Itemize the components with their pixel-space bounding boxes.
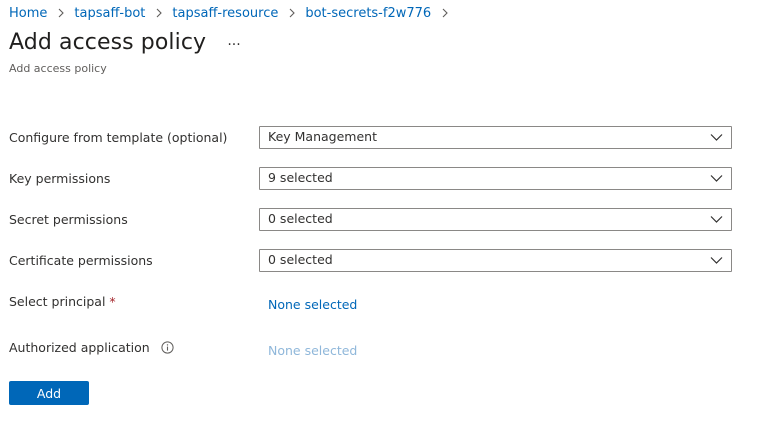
- chevron-down-icon: [710, 173, 723, 183]
- chevron-right-icon: [154, 4, 164, 22]
- page-subtitle: Add access policy: [9, 62, 107, 75]
- info-icon[interactable]: [161, 341, 174, 354]
- select-principal-label: Select principal *: [9, 294, 116, 309]
- breadcrumb: Home tapsaff-bot tapsaff-resource bot-se…: [9, 4, 458, 22]
- page-title: Add access policy: [9, 30, 207, 55]
- secret-permissions-dropdown[interactable]: 0 selected: [259, 208, 732, 231]
- authorized-application-link: None selected: [268, 343, 358, 358]
- certificate-permissions-label: Certificate permissions: [9, 253, 153, 268]
- chevron-right-icon: [440, 4, 450, 22]
- secret-permissions-label: Secret permissions: [9, 212, 128, 227]
- breadcrumb-resource-link[interactable]: tapsaff-resource: [172, 6, 278, 21]
- ellipsis-icon: ···: [227, 37, 241, 53]
- chevron-right-icon: [287, 4, 297, 22]
- chevron-down-icon: [710, 132, 723, 142]
- add-button[interactable]: Add: [9, 381, 89, 405]
- template-dropdown[interactable]: Key Management: [259, 126, 732, 149]
- template-label: Configure from template (optional): [9, 130, 228, 145]
- chevron-down-icon: [710, 214, 723, 224]
- chevron-right-icon: [56, 4, 66, 22]
- key-permissions-value: 9 selected: [268, 170, 333, 185]
- template-dropdown-value: Key Management: [268, 129, 377, 144]
- certificate-permissions-value: 0 selected: [268, 252, 333, 267]
- authorized-application-label-text: Authorized application: [9, 340, 150, 355]
- select-principal-label-text: Select principal: [9, 294, 106, 309]
- select-principal-link[interactable]: None selected: [268, 297, 357, 312]
- breadcrumb-keyvault-link[interactable]: bot-secrets-f2w776: [305, 6, 431, 21]
- more-options-button[interactable]: ···: [222, 34, 246, 56]
- certificate-permissions-dropdown[interactable]: 0 selected: [259, 249, 732, 272]
- chevron-down-icon: [710, 255, 723, 265]
- key-permissions-label: Key permissions: [9, 171, 111, 186]
- authorized-application-label: Authorized application: [9, 340, 174, 355]
- secret-permissions-value: 0 selected: [268, 211, 333, 226]
- required-indicator: *: [109, 294, 116, 309]
- breadcrumb-home-link[interactable]: Home: [9, 6, 47, 21]
- breadcrumb-bot-link[interactable]: tapsaff-bot: [74, 6, 145, 21]
- key-permissions-dropdown[interactable]: 9 selected: [259, 167, 732, 190]
